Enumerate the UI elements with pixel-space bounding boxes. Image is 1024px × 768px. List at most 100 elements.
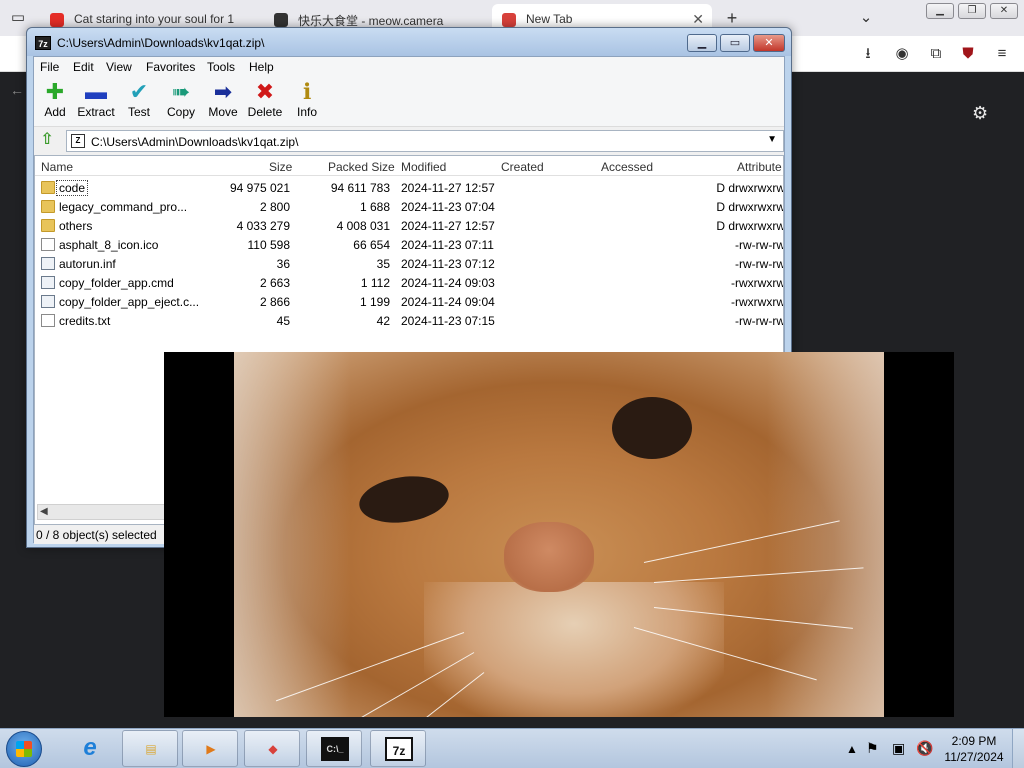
column-accessed[interactable]: Accessed xyxy=(601,160,653,174)
menu-favorites[interactable]: Favorites xyxy=(146,60,195,74)
file-attribute: D drwxrwxrw xyxy=(716,181,784,195)
info-button[interactable]: ℹ Info xyxy=(286,79,328,125)
start-button[interactable] xyxy=(6,731,42,767)
archive-icon: Z xyxy=(71,134,85,148)
show-desktop-button[interactable] xyxy=(1012,729,1024,768)
tab-list-chevron-icon[interactable]: ⌄ xyxy=(856,8,876,28)
download-icon[interactable]: ⭳ xyxy=(858,44,878,64)
taskbar-app-button[interactable]: 7z xyxy=(370,730,426,767)
ublock-icon[interactable]: ⛊ xyxy=(958,44,978,64)
scroll-left-icon[interactable]: ◀ xyxy=(40,506,48,517)
file-packed-size: 1 112 xyxy=(360,276,390,290)
add-button[interactable]: ✚ Add xyxy=(34,79,76,125)
taskbar-app-button[interactable]: ▤ xyxy=(122,730,178,767)
column-modified[interactable]: Modified xyxy=(401,160,446,174)
copy-button[interactable]: ➠ Copy xyxy=(160,79,202,125)
back-arrow-icon[interactable]: ← xyxy=(10,82,24,98)
column-name[interactable]: Name xyxy=(41,160,73,174)
file-packed-size: 42 xyxy=(376,314,390,328)
file-modified: 2024-11-24 09:03 xyxy=(401,276,495,290)
column-attribute[interactable]: Attribute xyxy=(737,160,782,174)
action-center-flag-icon[interactable]: ⚑ xyxy=(866,740,879,768)
folder-icon xyxy=(41,200,55,213)
tab-overview-icon[interactable]: ▭ xyxy=(8,8,28,28)
table-row[interactable]: copy_folder_app.cmd 2 663 1 112 2024-11-24 … xyxy=(35,273,783,292)
move-button[interactable]: ➡ Move xyxy=(202,79,244,125)
folder-icon xyxy=(41,181,55,194)
file-attribute: -rw-rw-rw xyxy=(735,238,784,252)
folder-up-icon[interactable]: ⇧ xyxy=(38,131,56,149)
column-size[interactable]: Size xyxy=(269,160,292,174)
file-modified: 2024-11-23 07:12 xyxy=(401,257,495,271)
table-row[interactable]: others 4 033 279 4 008 031 2024-11-27 12:57… xyxy=(35,216,783,235)
clock-date: 11/27/2024 xyxy=(944,750,1004,764)
table-row[interactable]: copy_folder_app_eject.c... 2 866 1 199 2024… xyxy=(35,292,784,311)
browser-close-button[interactable]: ✕ xyxy=(990,3,1018,19)
column-packed-size[interactable]: Packed Size xyxy=(328,160,395,174)
minimize-button[interactable]: ▁ xyxy=(687,34,717,52)
taskbar-app-button[interactable]: ▶ xyxy=(182,730,238,767)
file-icon xyxy=(41,238,55,251)
account-icon[interactable]: ◉ xyxy=(892,44,912,64)
x-icon: ✖ xyxy=(255,79,275,104)
cat-video-frame[interactable] xyxy=(234,352,884,717)
taskbar-app-button[interactable]: ◆ xyxy=(244,730,300,767)
menu-file[interactable]: File xyxy=(40,60,59,74)
toolbar-label: Info xyxy=(296,105,317,119)
toolbar-label: Move xyxy=(208,105,238,119)
extract-button[interactable]: ▬ Extract xyxy=(75,79,117,125)
menu-edit[interactable]: Edit xyxy=(73,60,94,74)
minus-icon: ▬ xyxy=(85,79,107,104)
file-packed-size: 1 199 xyxy=(359,295,390,309)
test-button[interactable]: ✔ Test xyxy=(118,79,160,125)
menu-icon[interactable]: ≡ xyxy=(992,44,1012,64)
file-packed-size: 94 611 783 xyxy=(330,181,390,195)
clock-time: 2:09 PM xyxy=(951,734,997,748)
file-attribute: -rwxrwxrw xyxy=(731,295,784,309)
toolbar-label: Add xyxy=(44,105,66,119)
volume-muted-icon[interactable]: 🔇 xyxy=(916,740,933,768)
video-player[interactable] xyxy=(164,352,954,717)
internet-explorer-icon: e xyxy=(83,734,97,761)
info-icon: ℹ xyxy=(302,79,312,104)
extensions-icon[interactable]: ⧉ xyxy=(926,44,946,64)
address-field[interactable]: Z C:\Users\Admin\Downloads\kv1qat.zip\ ▼ xyxy=(66,130,784,152)
windows-logo-icon xyxy=(16,741,32,757)
browser-restore-button[interactable]: ❐ xyxy=(958,3,986,19)
table-row[interactable]: credits.txt 45 42 2024-11-23 07:15 -rw-rw-rw xyxy=(35,311,783,330)
table-row[interactable]: asphalt_8_icon.ico 110 598 66 654 2024-11-2… xyxy=(35,235,784,254)
7zip-titlebar[interactable]: 7z C:\Users\Admin\Downloads\kv1qat.zip\ … xyxy=(27,28,791,56)
table-row[interactable]: code 94 975 021 94 611 783 2024-11-27 12:57… xyxy=(35,178,784,197)
clock[interactable]: 2:09 PM 11/27/2024 xyxy=(944,733,1004,765)
file-attribute: -rw-rw-rw xyxy=(735,257,784,271)
browser-minimize-button[interactable]: ▁ xyxy=(926,3,954,19)
close-tab-icon[interactable]: ✕ xyxy=(692,11,704,28)
tab-title: New Tab xyxy=(526,12,573,26)
table-row[interactable]: legacy_command_pro... 2 800 1 688 2024-11-2… xyxy=(35,197,784,216)
file-attribute: D drwxrwxrw xyxy=(716,200,784,214)
show-hidden-icons[interactable]: ▲ xyxy=(846,742,858,768)
file-name: asphalt_8_icon.ico xyxy=(59,238,159,252)
close-button[interactable]: ✕ xyxy=(753,34,785,52)
table-row[interactable]: autorun.inf 36 35 2024-11-23 07:12 -rw-rw-rw xyxy=(35,254,784,273)
cat-nose xyxy=(504,522,594,592)
new-tab-button[interactable]: + xyxy=(722,8,742,28)
dropdown-arrow-icon[interactable]: ▼ xyxy=(767,134,777,145)
config-file-icon xyxy=(41,276,55,289)
menu-help[interactable]: Help xyxy=(249,60,274,74)
settings-gear-icon[interactable]: ⚙ xyxy=(972,103,988,124)
taskbar-app-button[interactable]: C:\_ xyxy=(306,730,362,767)
file-size: 45 xyxy=(276,314,290,328)
address-bar: ⇧ Z C:\Users\Admin\Downloads\kv1qat.zip\… xyxy=(34,128,784,154)
network-icon[interactable]: ▣ xyxy=(892,740,905,768)
maximize-button[interactable]: ▭ xyxy=(720,34,750,52)
menu-tools[interactable]: Tools xyxy=(207,60,235,74)
toolbar: ✚ Add ▬ Extract ✔ Test ➠ Copy ➡ Move ✖ D… xyxy=(34,77,784,127)
delete-button[interactable]: ✖ Delete xyxy=(244,79,286,125)
selection-status: 0 / 8 object(s) selected xyxy=(36,528,157,542)
taskbar-app-button[interactable]: e xyxy=(62,730,118,767)
menu-view[interactable]: View xyxy=(106,60,132,74)
horizontal-scrollbar[interactable]: ◀ xyxy=(37,504,167,520)
file-size: 110 598 xyxy=(247,238,291,252)
column-created[interactable]: Created xyxy=(501,160,544,174)
